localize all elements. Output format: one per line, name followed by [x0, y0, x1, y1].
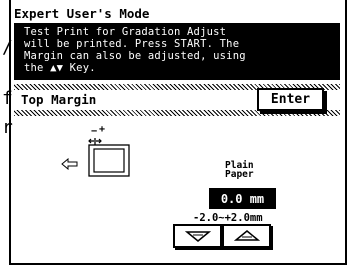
section-title: Top Margin: [21, 92, 97, 107]
message-line: the ▲▼ Key.: [24, 62, 96, 74]
margin-range: -2.0~+2.0mm: [193, 212, 263, 224]
page-outline: [88, 144, 130, 177]
plus-sign: +: [99, 125, 105, 135]
enter-button[interactable]: Enter: [257, 88, 324, 111]
paper-type-line: Paper: [225, 169, 254, 180]
down-triangle-icon: [184, 231, 211, 242]
margin-value: 0.0 mm: [209, 188, 276, 209]
message-line: Margin can also be adjusted, using: [24, 50, 246, 62]
paper-type-label: Plain Paper: [225, 161, 254, 180]
margin-diagram: − +: [88, 125, 130, 177]
window-title: Expert User's Mode: [14, 6, 150, 21]
decrease-button[interactable]: [173, 224, 222, 248]
minus-sign: −: [91, 126, 97, 137]
message-line: Test Print for Gradation Adjust: [24, 26, 227, 38]
instruction-message: Test Print for Gradation Adjust will be …: [14, 23, 340, 80]
increase-button[interactable]: [222, 224, 271, 248]
up-triangle-icon: [233, 230, 260, 241]
message-line: will be printed. Press START. The: [24, 38, 240, 50]
left-arrow-icon: [61, 158, 78, 170]
